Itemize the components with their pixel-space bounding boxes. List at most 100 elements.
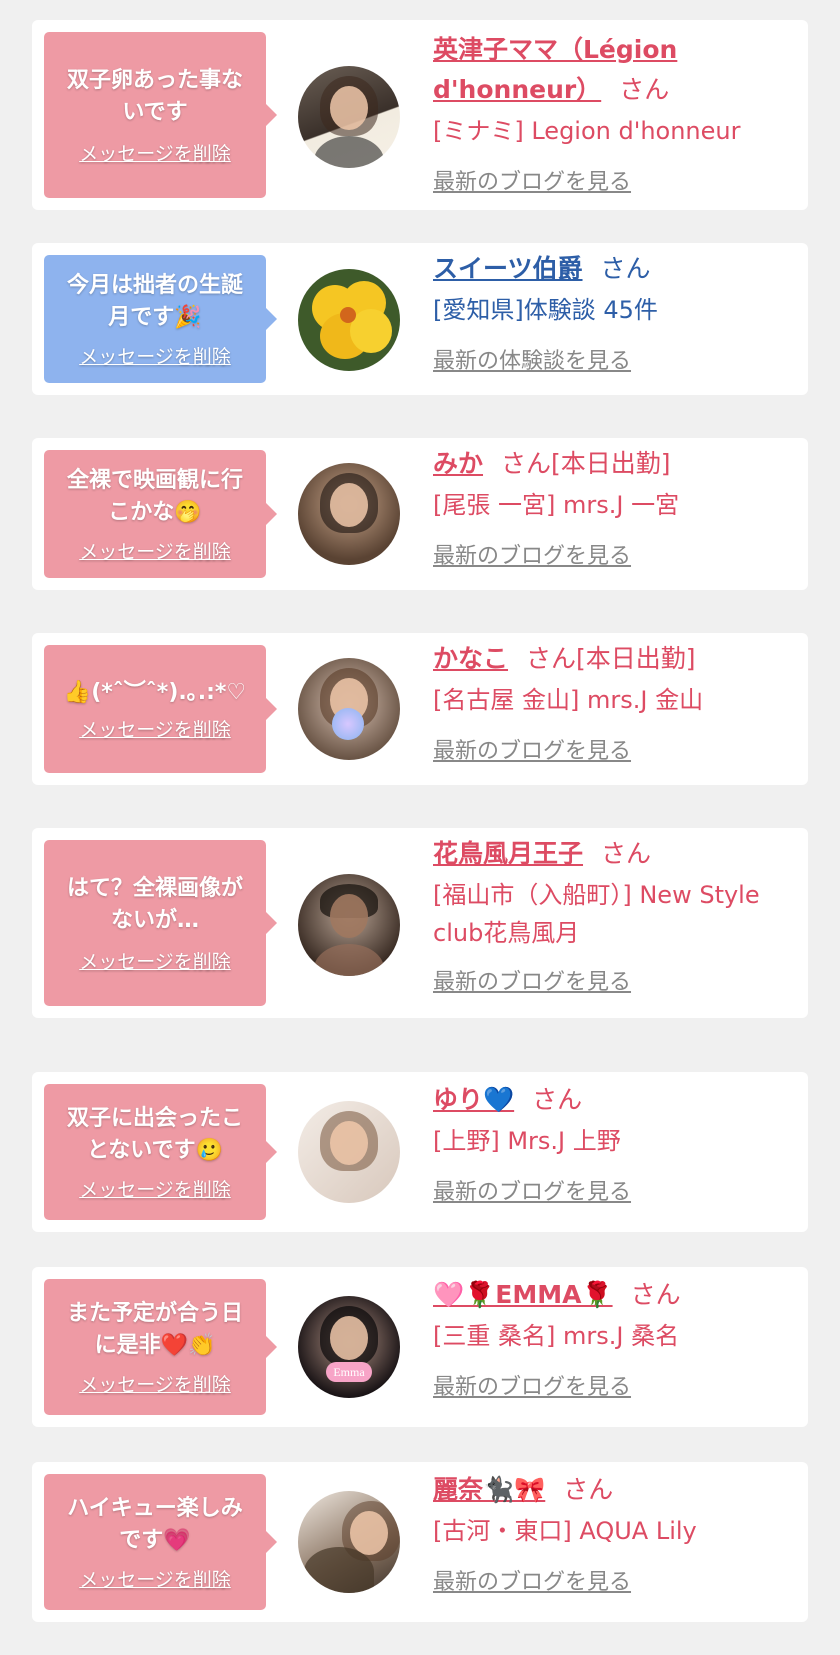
message-bubble: ハイキュー楽しみ です💗 メッセージを削除 — [44, 1474, 277, 1610]
profile-name-link[interactable]: みか — [433, 449, 483, 478]
message-line: です💗 — [119, 1527, 191, 1553]
message-line: はて？全裸画像が — [66, 875, 243, 901]
message-line: 月です🎉 — [108, 304, 202, 330]
message-bubble: はて？全裸画像が ないが… メッセージを削除 — [44, 840, 277, 1006]
delete-message-link[interactable]: メッセージを削除 — [79, 1370, 231, 1397]
profile-name-link[interactable]: 麗奈🐈‍⬛🎀 — [433, 1475, 545, 1504]
message-line: 双子卵あった事な — [66, 67, 243, 93]
profile-info: 花鳥風月王子 さん [福山市（入船町）] New Style club花鳥風月 最… — [433, 834, 794, 996]
message-bubble: 全裸で映画観に行 こかな🤭 メッセージを削除 — [44, 450, 277, 578]
avatar[interactable] — [298, 1491, 400, 1593]
profile-name-link[interactable]: 🩷🌹EMMA🌹 — [433, 1280, 613, 1309]
message-bubble: 今月は拙者の生誕 月です🎉 メッセージを削除 — [44, 255, 277, 383]
delete-message-link[interactable]: メッセージを削除 — [79, 1175, 231, 1202]
san-label: さん — [563, 1475, 614, 1504]
message-card: ハイキュー楽しみ です💗 メッセージを削除 麗奈🐈‍⬛🎀 さん [古河・東口] A… — [32, 1462, 808, 1622]
latest-blog-link[interactable]: 最新のブログを見る — [433, 1174, 631, 1206]
profile-info: みか さん[本日出勤] [尾張 一宮] mrs.J 一宮 最新のブログを見る — [433, 444, 794, 570]
message-bubble: 双子卵あった事な いです メッセージを削除 — [44, 32, 277, 198]
profile-info: 麗奈🐈‍⬛🎀 さん [古河・東口] AQUA Lily 最新のブログを見る — [433, 1470, 794, 1596]
message-line: ないが… — [110, 907, 199, 933]
avatar[interactable] — [298, 874, 400, 976]
status-suffix: [本日出勤] — [576, 644, 696, 673]
avatar-face — [330, 483, 368, 527]
san-label: さん — [501, 449, 552, 478]
name-line: 🩷🌹EMMA🌹 さん — [433, 1275, 794, 1315]
delete-message-link[interactable]: メッセージを削除 — [79, 1565, 231, 1592]
message-card: はて？全裸画像が ないが… メッセージを削除 花鳥風月王子 さん [福山市（入船町… — [32, 828, 808, 1018]
message-line: とないです🥲 — [86, 1137, 224, 1163]
name-line: 花鳥風月王子 さん — [433, 834, 794, 874]
message-line: に是非❤️👏 — [94, 1332, 216, 1358]
latest-blog-link[interactable]: 最新の体験談を見る — [433, 343, 631, 375]
sparkle-sticker — [332, 708, 364, 740]
profile-info: ゆり💙 さん [上野] Mrs.J 上野 最新のブログを見る — [433, 1080, 794, 1206]
message-text: ハイキュー楽しみ です💗 — [67, 1493, 243, 1557]
san-label: さん — [600, 254, 651, 283]
latest-blog-link[interactable]: 最新のブログを見る — [433, 164, 631, 196]
location-text: [福山市（入船町）] New Style club花鳥風月 — [433, 881, 760, 947]
avatar[interactable] — [298, 658, 400, 760]
profile-name-link[interactable]: ゆり💙 — [433, 1085, 514, 1114]
profile-name-link[interactable]: スイーツ伯爵 — [433, 254, 583, 283]
message-line: 双子に出会ったこ — [66, 1105, 243, 1131]
san-label: さん — [532, 1085, 583, 1114]
delete-message-link[interactable]: メッセージを削除 — [79, 139, 231, 166]
avatar-face — [330, 1316, 368, 1360]
message-card: 👍(*ˆ︶ˆ*).｡.:*♡ メッセージを削除 かなこ さん[本日出勤] [名古屋… — [32, 633, 808, 785]
location-text: [古河・東口] AQUA Lily — [433, 1517, 697, 1545]
message-bubble: また予定が合う日 に是非❤️👏 メッセージを削除 — [44, 1279, 277, 1415]
latest-blog-link[interactable]: 最新のブログを見る — [433, 1369, 631, 1401]
message-line: また予定が合う日 — [66, 1300, 243, 1326]
message-line: ハイキュー楽しみ — [67, 1495, 243, 1521]
message-line: 全裸で映画観に行 — [66, 467, 243, 493]
delete-message-link[interactable]: メッセージを削除 — [79, 537, 231, 564]
name-line: ゆり💙 さん — [433, 1080, 794, 1120]
message-line: いです — [122, 99, 188, 125]
flower-center — [340, 307, 356, 323]
message-text: 双子卵あった事な いです — [67, 65, 243, 129]
avatar-badge: Emma — [326, 1362, 372, 1382]
message-card: また予定が合う日 に是非❤️👏 メッセージを削除 Emma 🩷🌹EMMA🌹 さん … — [32, 1267, 808, 1427]
message-text: 👍(*ˆ︶ˆ*).｡.:*♡ — [64, 677, 246, 709]
location-text: [ミナミ] Legion d'honneur — [433, 117, 741, 145]
latest-blog-link[interactable]: 最新のブログを見る — [433, 964, 631, 996]
profile-name-link[interactable]: かなこ — [433, 644, 508, 673]
message-bubble: 👍(*ˆ︶ˆ*).｡.:*♡ メッセージを削除 — [44, 645, 277, 773]
avatar-torso — [304, 1547, 374, 1593]
status-suffix: [本日出勤] — [551, 449, 671, 478]
avatar[interactable] — [298, 269, 400, 371]
avatar-torso — [314, 136, 384, 168]
avatar[interactable]: Emma — [298, 1296, 400, 1398]
avatar[interactable] — [298, 66, 400, 168]
latest-blog-link[interactable]: 最新のブログを見る — [433, 538, 631, 570]
location-text: [名古屋 金山] mrs.J 金山 — [433, 686, 704, 714]
message-line: 今月は拙者の生誕 — [66, 272, 243, 298]
message-line: こかな🤭 — [108, 499, 202, 525]
message-card: 双子卵あった事な いです メッセージを削除 英津子ママ（Légion d'hon… — [32, 20, 808, 210]
profile-info: かなこ さん[本日出勤] [名古屋 金山] mrs.J 金山 最新のブログを見る — [433, 639, 794, 765]
message-text: 全裸で映画観に行 こかな🤭 — [67, 465, 243, 529]
profile-info: 🩷🌹EMMA🌹 さん [三重 桑名] mrs.J 桑名 最新のブログを見る — [433, 1275, 794, 1401]
message-card: 全裸で映画観に行 こかな🤭 メッセージを削除 みか さん[本日出勤] [尾張 一宮… — [32, 438, 808, 590]
delete-message-link[interactable]: メッセージを削除 — [79, 715, 231, 742]
avatar-face — [350, 1511, 388, 1555]
location-text: [愛知県]体験談 45件 — [433, 296, 658, 324]
profile-name-link[interactable]: 花鳥風月王子 — [433, 839, 583, 868]
message-text: また予定が合う日 に是非❤️👏 — [67, 1298, 243, 1362]
avatar[interactable] — [298, 1101, 400, 1203]
message-card: 今月は拙者の生誕 月です🎉 メッセージを削除 スイーツ伯爵 さん [愛知県]体験談… — [32, 243, 808, 395]
san-label: さん — [526, 644, 577, 673]
latest-blog-link[interactable]: 最新のブログを見る — [433, 1564, 631, 1596]
delete-message-link[interactable]: メッセージを削除 — [79, 342, 231, 369]
avatar[interactable] — [298, 463, 400, 565]
name-line: かなこ さん[本日出勤] — [433, 639, 794, 679]
latest-blog-link[interactable]: 最新のブログを見る — [433, 733, 631, 765]
delete-message-link[interactable]: メッセージを削除 — [79, 947, 231, 974]
message-bubble: 双子に出会ったこ とないです🥲 メッセージを削除 — [44, 1084, 277, 1220]
name-line: みか さん[本日出勤] — [433, 444, 794, 484]
location-text: [尾張 一宮] mrs.J 一宮 — [433, 491, 680, 519]
avatar-torso — [314, 944, 384, 976]
location-text: [三重 桑名] mrs.J 桑名 — [433, 1322, 680, 1350]
avatar-face — [330, 86, 368, 130]
